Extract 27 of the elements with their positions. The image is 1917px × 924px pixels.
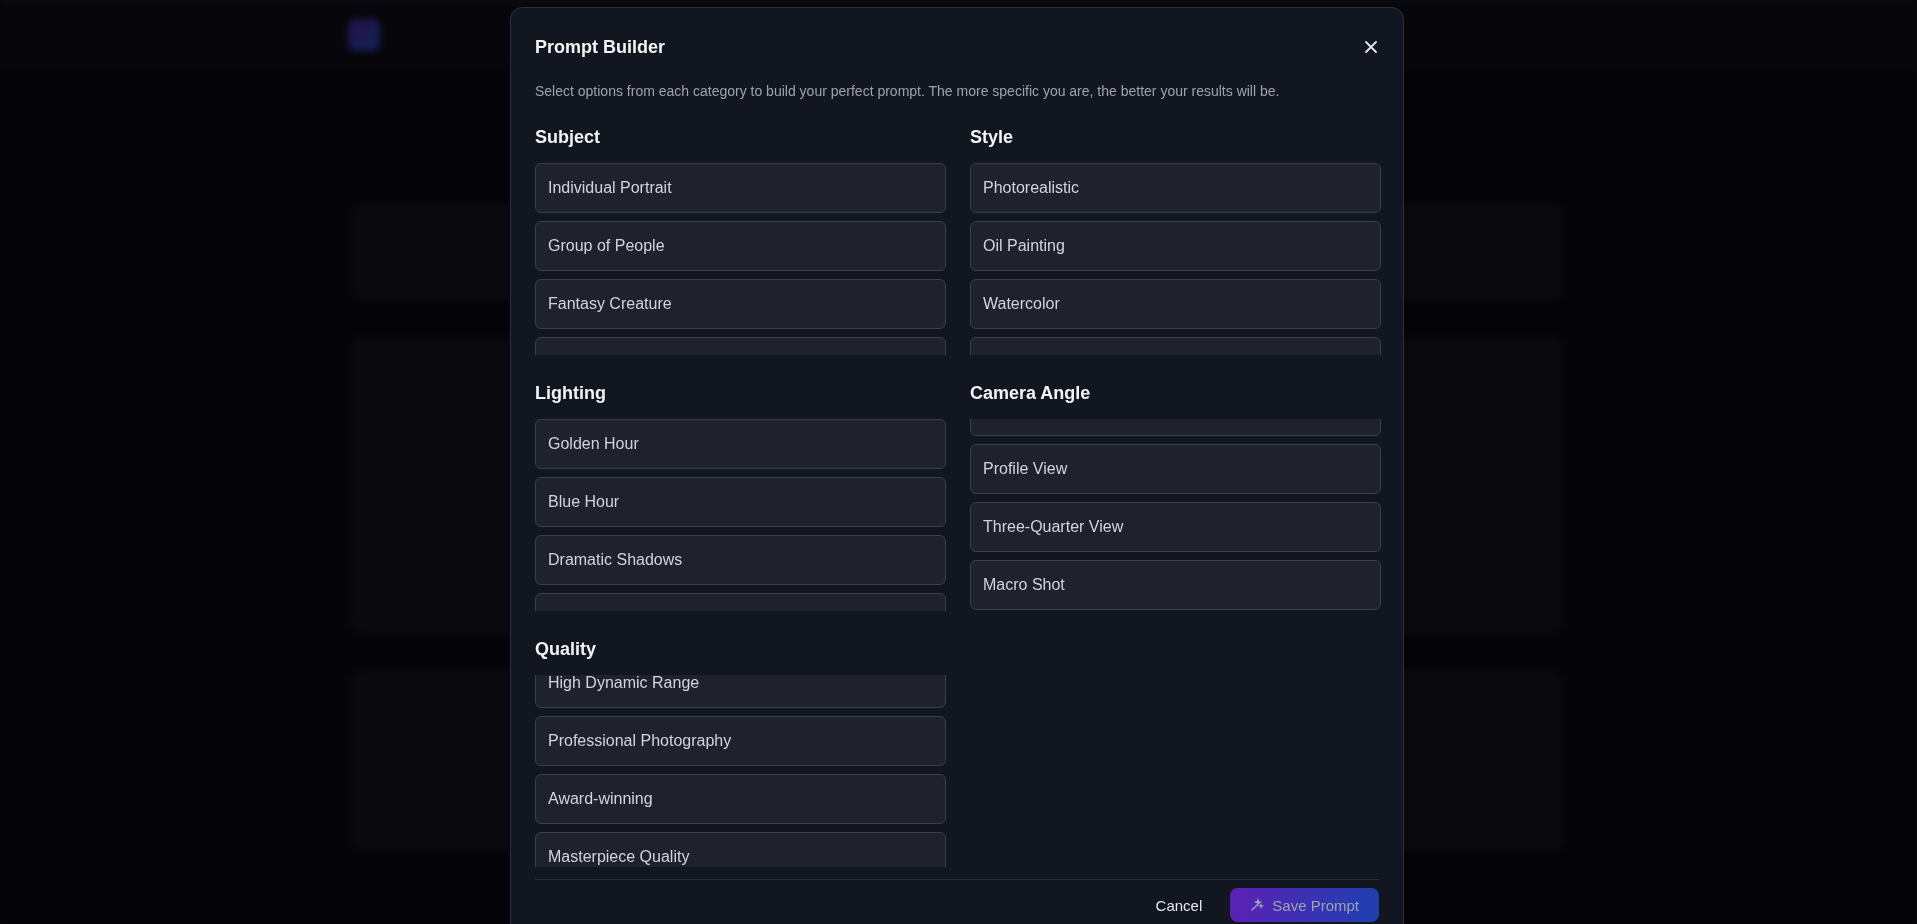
category-heading: Subject bbox=[535, 126, 601, 149]
option-card[interactable]: Three-Quarter View bbox=[970, 502, 1381, 552]
option-card[interactable]: Award-winning bbox=[535, 774, 946, 824]
option-card[interactable]: Watercolor bbox=[970, 279, 1381, 329]
option-card[interactable]: Golden Hour bbox=[535, 419, 946, 469]
option-card[interactable]: Oil Painting bbox=[970, 221, 1381, 271]
category-heading: Camera Angle bbox=[970, 382, 1092, 405]
option-card[interactable]: Individual Portrait bbox=[535, 163, 946, 213]
save-button[interactable]: Save Prompt bbox=[1230, 888, 1379, 922]
wand-icon bbox=[1250, 898, 1265, 912]
option-card[interactable]: Group of People bbox=[535, 221, 946, 271]
category-heading: Lighting bbox=[535, 382, 607, 405]
cancel-button[interactable]: Cancel bbox=[1155, 896, 1203, 914]
category-heading: Quality bbox=[535, 638, 597, 661]
option-card[interactable]: Masterpiece Quality bbox=[535, 832, 946, 867]
dialog-description: Select options from each category to build your perfect prompt. The more specific you are, the better your results will be. bbox=[535, 82, 1281, 101]
option-card[interactable]: Photorealistic bbox=[970, 163, 1381, 213]
option-card[interactable]: High Dynamic Range bbox=[535, 675, 946, 708]
option-card[interactable]: Profile View bbox=[970, 444, 1381, 494]
category-heading: Style bbox=[970, 126, 1015, 149]
dialog-title: Prompt Builder bbox=[535, 36, 665, 58]
option-card[interactable]: Fantasy Creature bbox=[535, 279, 946, 329]
option-card[interactable]: Macro Shot bbox=[970, 560, 1381, 610]
option-card[interactable]: Dramatic Shadows bbox=[535, 535, 946, 585]
close-icon bbox=[1363, 39, 1379, 55]
option-card[interactable]: Blue Hour bbox=[535, 477, 946, 527]
option-card[interactable]: Professional Photography bbox=[535, 716, 946, 766]
